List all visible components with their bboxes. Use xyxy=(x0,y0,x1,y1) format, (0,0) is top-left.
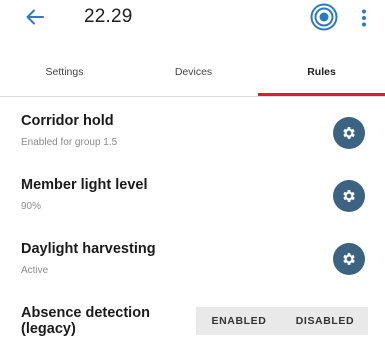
more-vertical-icon xyxy=(362,9,366,27)
tabs-divider xyxy=(0,96,385,97)
disabled-option-button[interactable]: DISABLED xyxy=(282,307,368,335)
rule-subtitle: Active xyxy=(21,265,49,276)
tab-bar: Settings Devices Rules xyxy=(0,56,385,96)
tab-rules-label: Rules xyxy=(307,66,336,78)
gear-icon xyxy=(343,190,355,202)
absence-detection-toggle: ENABLED DISABLED xyxy=(196,307,368,335)
rule-title-line1: Absence detection xyxy=(21,305,150,321)
rule-title-line2: (legacy) xyxy=(21,321,76,337)
rule-title: Daylight harvesting xyxy=(21,241,156,257)
identify-button[interactable] xyxy=(310,3,338,31)
rule-subtitle: 90% xyxy=(21,201,42,212)
tab-settings-label: Settings xyxy=(45,66,84,78)
rule-subtitle: Enabled for group 1.5 xyxy=(21,137,118,148)
rules-screen: 22.29 Settings Devices Rules Corridor ho… xyxy=(0,0,385,338)
arrow-left-icon xyxy=(26,9,44,25)
page-title: 22.29 xyxy=(84,6,133,27)
daylight-harvesting-settings-button[interactable] xyxy=(333,243,365,275)
target-icon xyxy=(310,3,338,31)
gear-icon xyxy=(343,127,355,139)
app-bar: 22.29 xyxy=(0,0,385,36)
rule-title: Corridor hold xyxy=(21,113,114,129)
tab-rules[interactable]: Rules xyxy=(258,56,385,96)
tab-devices[interactable]: Devices xyxy=(129,56,258,96)
corridor-hold-settings-button[interactable] xyxy=(333,117,365,149)
gear-icon xyxy=(343,253,355,265)
more-options-button[interactable] xyxy=(354,4,374,32)
tab-settings[interactable]: Settings xyxy=(0,56,129,96)
enabled-option-button[interactable]: ENABLED xyxy=(196,307,282,335)
rule-title: Member light level xyxy=(21,177,148,193)
back-button[interactable] xyxy=(22,4,48,30)
tab-devices-label: Devices xyxy=(174,66,213,78)
member-light-level-settings-button[interactable] xyxy=(333,180,365,212)
